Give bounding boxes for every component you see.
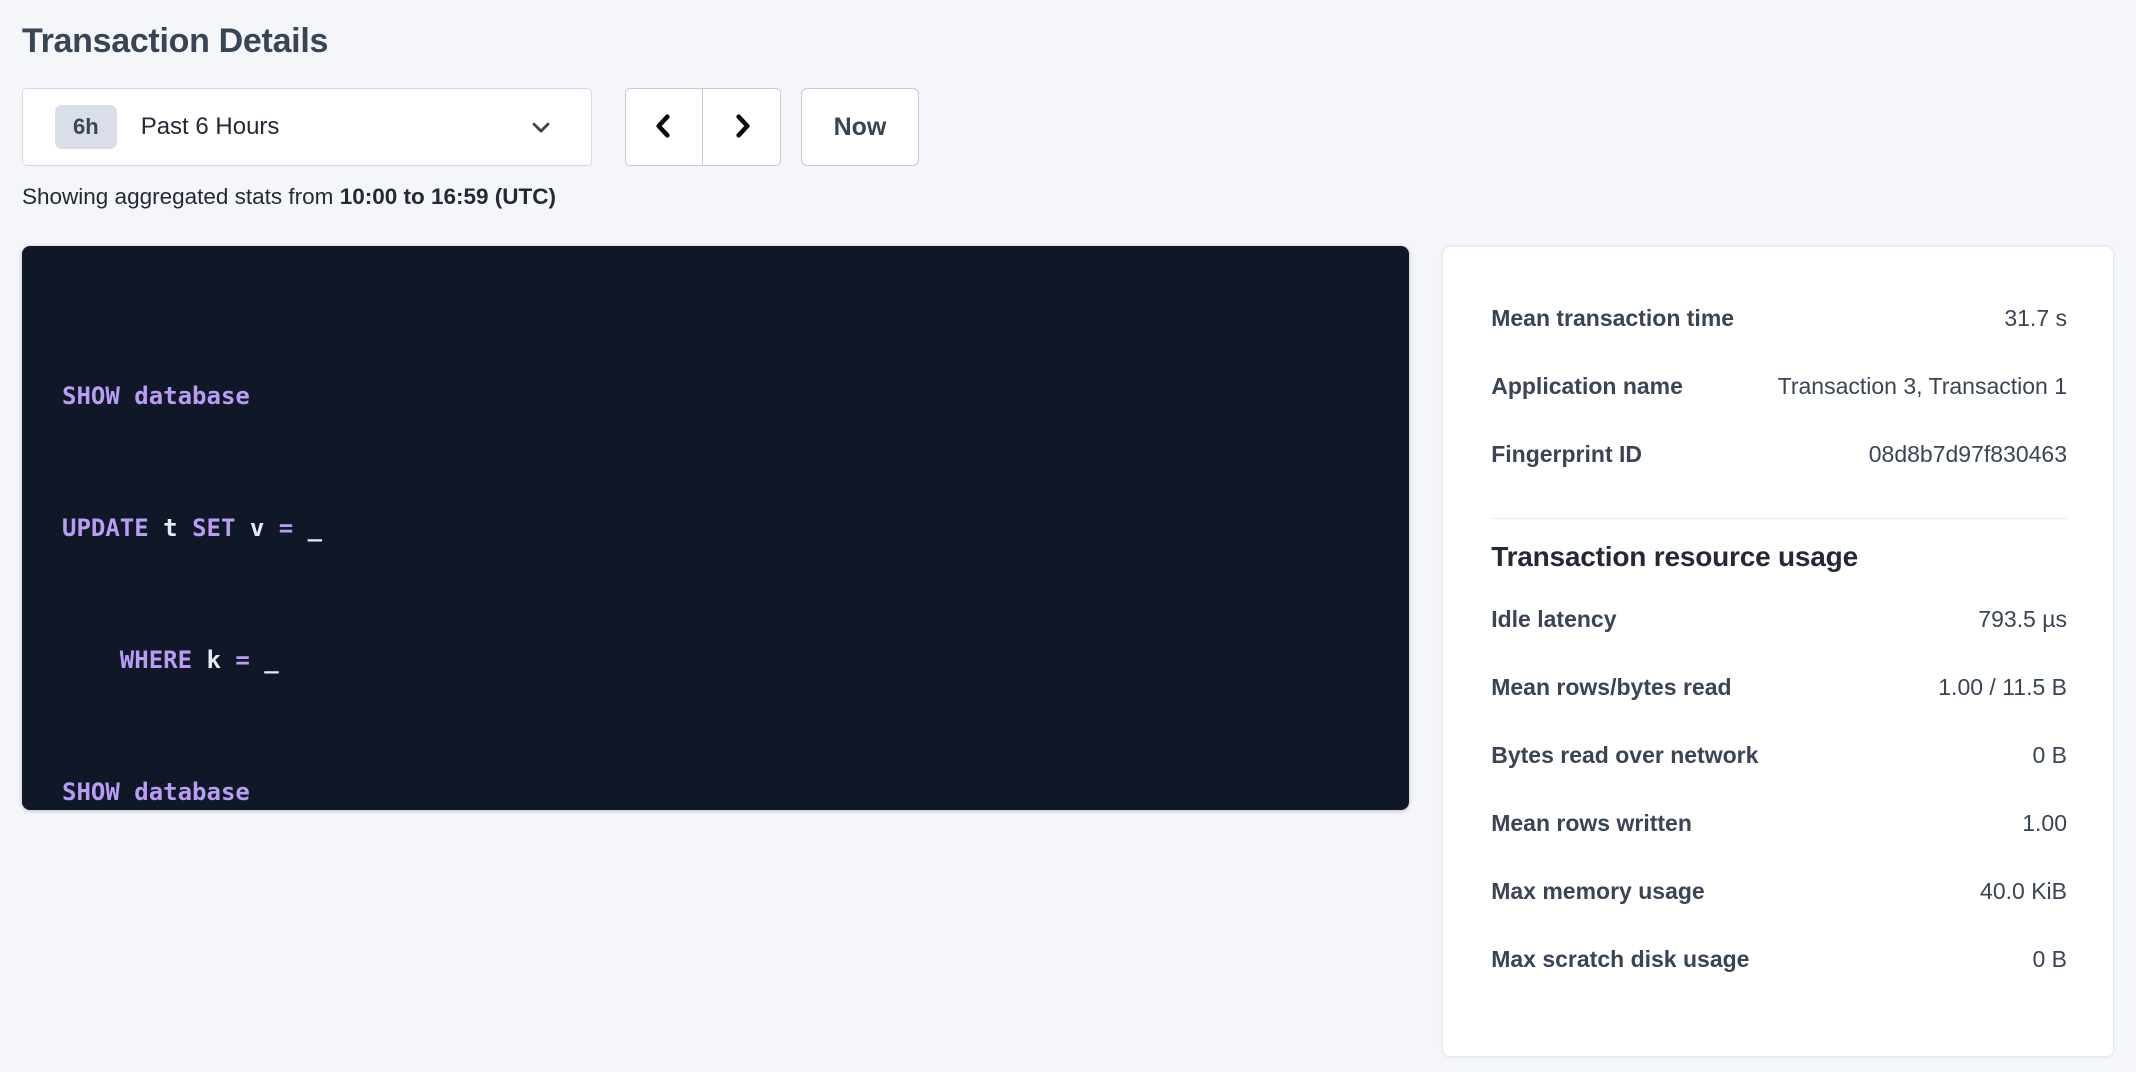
- stat-row-bytes-read-over-network: Bytes read over network 0 B: [1491, 721, 2067, 789]
- stat-row-idle-latency: Idle latency 793.5 µs: [1491, 585, 2067, 653]
- sql-line: SHOW database: [62, 770, 1369, 814]
- stat-row-max-scratch-disk-usage: Max scratch disk usage 0 B: [1491, 925, 2067, 993]
- previous-interval-button[interactable]: [625, 88, 703, 166]
- sql-token: _: [250, 646, 279, 674]
- stat-value: 1.00: [2022, 810, 2067, 837]
- transaction-details-card: Mean transaction time 31.7 s Application…: [1442, 246, 2114, 1057]
- stat-row-mean-rows-bytes-read: Mean rows/bytes read 1.00 / 11.5 B: [1491, 653, 2067, 721]
- stat-row-mean-rows-written: Mean rows written 1.00: [1491, 789, 2067, 857]
- stat-value: 40.0 KiB: [1980, 878, 2067, 905]
- sql-token: database: [134, 778, 250, 806]
- stat-value: 0 B: [2032, 742, 2067, 769]
- stat-row-application-name: Application name Transaction 3, Transact…: [1491, 352, 2067, 420]
- sql-token: database: [134, 382, 250, 410]
- chevron-right-icon: [726, 108, 758, 147]
- sql-token: v: [235, 514, 278, 542]
- stat-value: 793.5 µs: [1978, 606, 2067, 633]
- page-title: Transaction Details: [22, 22, 2114, 61]
- time-range-label: Past 6 Hours: [141, 113, 280, 141]
- chevron-left-icon: [648, 108, 680, 147]
- sql-line: WHERE k = _: [62, 638, 1369, 682]
- stat-label: Bytes read over network: [1491, 742, 1758, 769]
- time-controls: 6h Past 6 Hours Now: [22, 88, 2114, 166]
- sql-token: SHOW: [62, 382, 134, 410]
- sql-token: t: [149, 514, 192, 542]
- stat-value: Transaction 3, Transaction 1: [1778, 373, 2067, 400]
- sql-line: UPDATE t SET v = _: [62, 506, 1369, 550]
- stat-label: Fingerprint ID: [1491, 441, 1642, 468]
- transaction-details-page: Transaction Details 6h Past 6 Hours Now …: [0, 0, 2136, 1072]
- stat-label: Application name: [1491, 373, 1683, 400]
- stat-label: Mean transaction time: [1491, 305, 1734, 332]
- main-content: SHOW database UPDATE t SET v = _ WHERE k…: [22, 246, 2114, 1057]
- sql-token: =: [279, 514, 293, 542]
- time-step-button-group: [625, 88, 781, 166]
- stat-label: Max scratch disk usage: [1491, 946, 1749, 973]
- sql-statement-box: SHOW database UPDATE t SET v = _ WHERE k…: [22, 246, 1409, 810]
- time-range-badge: 6h: [55, 105, 117, 149]
- stat-value: 1.00 / 11.5 B: [1938, 674, 2067, 701]
- caption-prefix: Showing aggregated stats from: [22, 184, 340, 209]
- stat-value: 31.7 s: [2004, 305, 2067, 332]
- resource-usage-heading: Transaction resource usage: [1491, 541, 2067, 573]
- card-divider: [1491, 518, 2067, 519]
- stat-value: 0 B: [2032, 946, 2067, 973]
- sql-token: SET: [192, 514, 235, 542]
- sql-token: _: [293, 514, 322, 542]
- caption-time-range: 10:00 to 16:59 (UTC): [340, 184, 556, 209]
- next-interval-button[interactable]: [703, 88, 781, 166]
- stat-value: 08d8b7d97f830463: [1869, 441, 2067, 468]
- aggregation-caption: Showing aggregated stats from 10:00 to 1…: [22, 184, 2114, 210]
- chevron-down-icon: [527, 113, 555, 141]
- stat-label: Max memory usage: [1491, 878, 1704, 905]
- stat-label: Idle latency: [1491, 606, 1616, 633]
- stat-row-mean-transaction-time: Mean transaction time 31.7 s: [1491, 284, 2067, 352]
- sql-token: WHERE: [62, 646, 192, 674]
- stat-row-fingerprint-id: Fingerprint ID 08d8b7d97f830463: [1491, 420, 2067, 488]
- time-range-dropdown[interactable]: 6h Past 6 Hours: [22, 88, 592, 166]
- sql-token: SHOW: [62, 778, 134, 806]
- stat-row-max-memory-usage: Max memory usage 40.0 KiB: [1491, 857, 2067, 925]
- sql-token: UPDATE: [62, 514, 149, 542]
- sql-line: SHOW database: [62, 374, 1369, 418]
- stat-label: Mean rows written: [1491, 810, 1692, 837]
- sql-token: =: [235, 646, 249, 674]
- now-button[interactable]: Now: [801, 88, 919, 166]
- sql-token: k: [192, 646, 235, 674]
- stat-label: Mean rows/bytes read: [1491, 674, 1731, 701]
